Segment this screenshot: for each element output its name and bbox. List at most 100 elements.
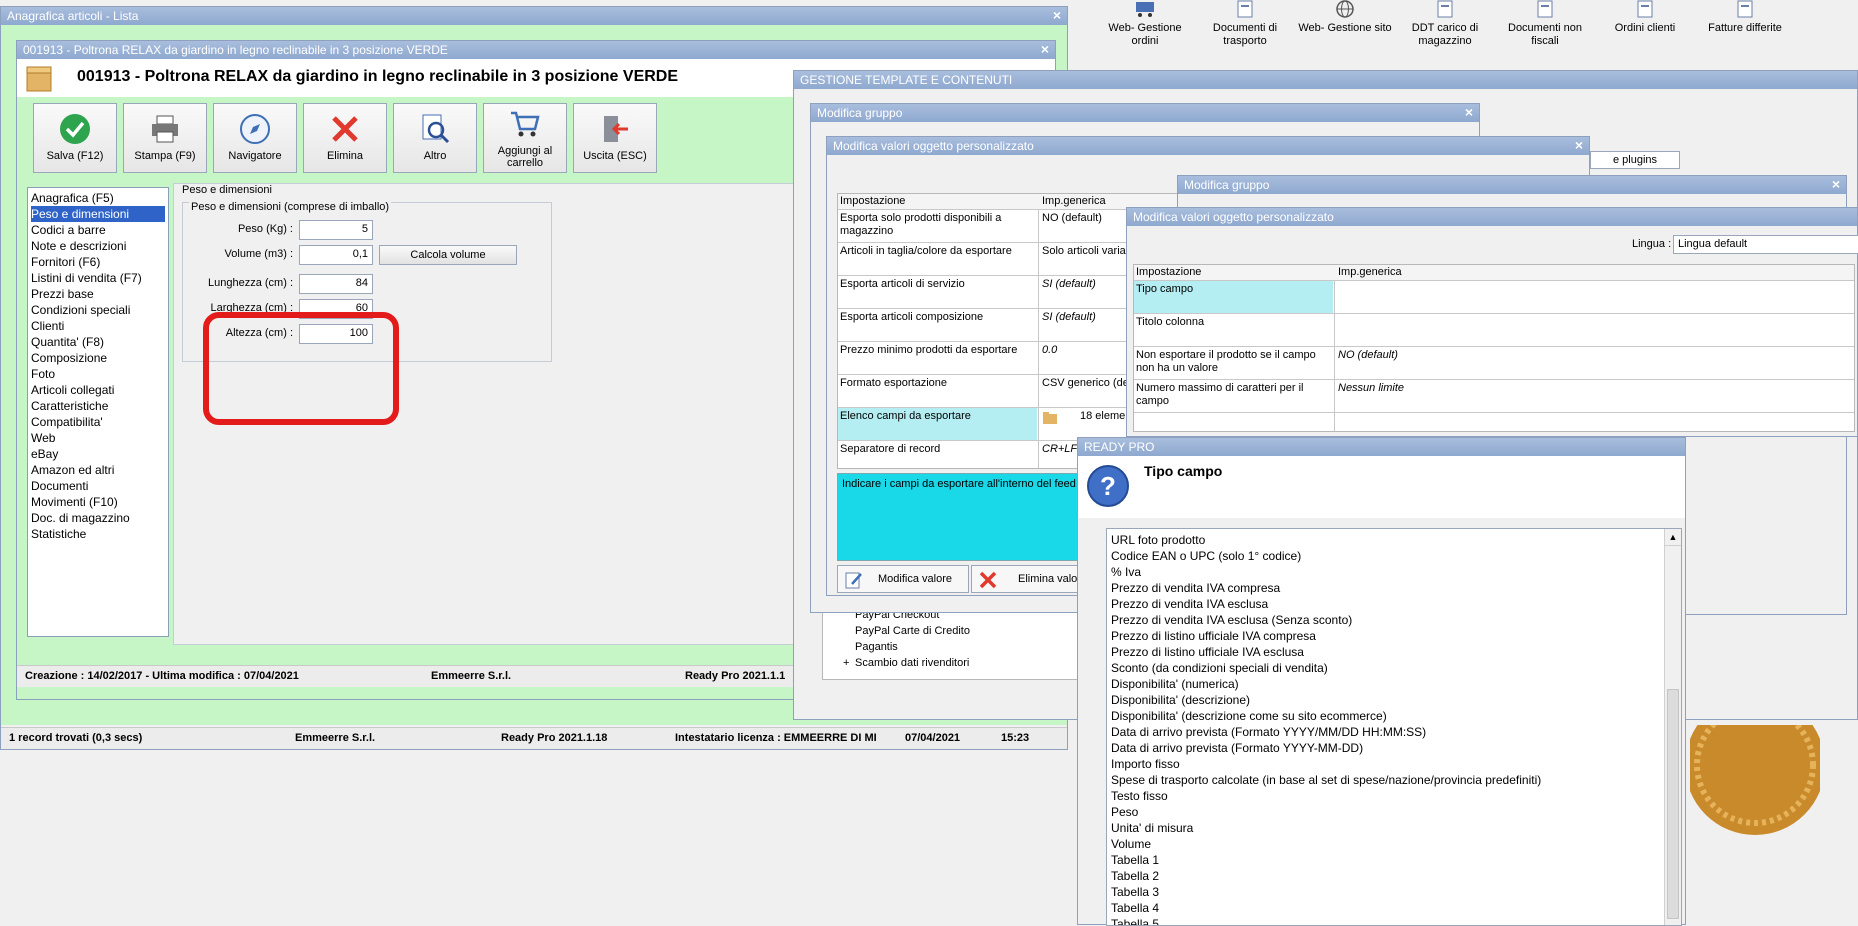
delete-button[interactable]: Elimina xyxy=(303,103,387,173)
list-window-titlebar[interactable]: Anagrafica articoli - Lista × xyxy=(1,7,1067,25)
list-item[interactable]: Testo fisso xyxy=(1107,788,1681,804)
ribbon-item-documenti-trasporto[interactable]: Documenti di trasporto xyxy=(1195,0,1295,48)
list-item[interactable]: URL foto prodotto xyxy=(1107,532,1681,548)
table-row[interactable]: Non esportare il prodotto se il campo no… xyxy=(1134,347,1854,380)
ribbon-item-web-gestione-sito[interactable]: Web- Gestione sito xyxy=(1295,0,1395,35)
group-window-titlebar[interactable]: Modifica gruppo × xyxy=(811,104,1479,122)
custom-window-titlebar[interactable]: Modifica valori oggetto personalizzato × xyxy=(827,137,1589,155)
nav-item[interactable]: Clienti xyxy=(31,318,165,334)
list-item[interactable]: % Iva xyxy=(1107,564,1681,580)
list-item[interactable]: Tabella 2 xyxy=(1107,868,1681,884)
list-item[interactable]: Codice EAN o UPC (solo 1° codice) xyxy=(1107,548,1681,564)
list-item[interactable]: Data di arrivo prevista (Formato YYYY-MM… xyxy=(1107,740,1681,756)
list-item[interactable]: Tabella 1 xyxy=(1107,852,1681,868)
list-item[interactable]: Tabella 4 xyxy=(1107,900,1681,916)
nav-item[interactable]: Prezzi base xyxy=(31,286,165,302)
template-tab[interactable]: e plugins xyxy=(1590,151,1680,169)
dialog-header: ? Tipo campo xyxy=(1078,456,1685,518)
nav-item[interactable]: Amazon ed altri xyxy=(31,462,165,478)
ribbon-label: DDT carico di magazzino xyxy=(1411,22,1479,47)
nav-item[interactable]: Foto xyxy=(31,366,165,382)
exit-button[interactable]: Uscita (ESC) xyxy=(573,103,657,173)
template-window-titlebar[interactable]: GESTIONE TEMPLATE E CONTENUTI xyxy=(794,71,1857,89)
list-item[interactable]: Importo fisso xyxy=(1107,756,1681,772)
close-icon[interactable]: × xyxy=(1053,7,1061,23)
nav-item[interactable]: Documenti xyxy=(31,478,165,494)
window-title: GESTIONE TEMPLATE E CONTENUTI xyxy=(800,73,1013,87)
ribbon-item-fatture-differite[interactable]: Fatture differite xyxy=(1695,0,1795,35)
group-window-titlebar[interactable]: Modifica gruppo × xyxy=(1178,176,1846,194)
modify-value-button[interactable]: Modifica valore xyxy=(837,565,969,593)
group-title: Peso e dimensioni xyxy=(182,184,272,196)
lunghezza-input[interactable]: 84 xyxy=(299,274,373,294)
list-scrollbar[interactable]: ▲ xyxy=(1664,529,1681,925)
list-item[interactable]: Prezzo di vendita IVA esclusa (Senza sco… xyxy=(1107,612,1681,628)
tree-item[interactable]: Pagantis xyxy=(855,641,898,653)
calcola-volume-button[interactable]: Calcola volume xyxy=(379,245,517,265)
list-item[interactable]: Peso xyxy=(1107,804,1681,820)
delete-icon xyxy=(979,571,997,589)
list-item[interactable]: Unita' di misura xyxy=(1107,820,1681,836)
list-item[interactable]: Disponibilita' (descrizione) xyxy=(1107,692,1681,708)
volume-input[interactable]: 0,1 xyxy=(299,245,373,265)
custom-window-titlebar[interactable]: Modifica valori oggetto personalizzato xyxy=(1127,208,1857,226)
nav-item[interactable]: Note e descrizioni xyxy=(31,238,165,254)
nav-item[interactable]: Caratteristiche xyxy=(31,398,165,414)
close-icon[interactable]: × xyxy=(1832,176,1840,192)
list-item[interactable]: Volume xyxy=(1107,836,1681,852)
nav-item[interactable]: Articoli collegati xyxy=(31,382,165,398)
table-row[interactable]: Numero massimo di caratteri per il campo… xyxy=(1134,380,1854,413)
nav-item[interactable]: Condizioni speciali xyxy=(31,302,165,318)
delete-value-button[interactable]: Elimina valor xyxy=(971,565,1091,593)
close-icon[interactable]: × xyxy=(1575,137,1583,153)
other-button[interactable]: Altro xyxy=(393,103,477,173)
nav-item[interactable]: Quantita' (F8) xyxy=(31,334,165,350)
ribbon-item-ddt-carico[interactable]: DDT carico di magazzino xyxy=(1395,0,1495,48)
nav-item[interactable]: Anagrafica (F5) xyxy=(31,190,165,206)
list-item[interactable]: Tabella 3 xyxy=(1107,884,1681,900)
nav-item[interactable]: Compatibilita' xyxy=(31,414,165,430)
peso-input[interactable]: 5 xyxy=(299,220,373,240)
list-item[interactable]: Spese di trasporto calcolate (in base al… xyxy=(1107,772,1681,788)
nav-item[interactable]: Peso e dimensioni xyxy=(31,206,165,222)
close-icon[interactable]: × xyxy=(1041,41,1049,57)
ribbon-item-ordini-clienti[interactable]: Ordini clienti xyxy=(1595,0,1695,35)
window-title: READY PRO xyxy=(1084,440,1155,454)
table-row[interactable]: Tipo campo xyxy=(1134,281,1854,314)
nav-item[interactable]: Fornitori (F6) xyxy=(31,254,165,270)
nav-item[interactable]: Doc. di magazzino xyxy=(31,510,165,526)
list-item[interactable]: Disponibilita' (descrizione come su sito… xyxy=(1107,708,1681,724)
ribbon-item-documenti-non-fiscali[interactable]: Documenti non fiscali xyxy=(1495,0,1595,48)
list-item[interactable]: Prezzo di listino ufficiale IVA compresa xyxy=(1107,628,1681,644)
list-item[interactable]: Prezzo di vendita IVA esclusa xyxy=(1107,596,1681,612)
table-row[interactable]: Titolo colonna xyxy=(1134,314,1854,347)
article-window-titlebar[interactable]: 001913 - Poltrona RELAX da giardino in l… xyxy=(17,41,1055,59)
nav-item[interactable]: Composizione xyxy=(31,350,165,366)
section-nav: Anagrafica (F5) Peso e dimensioni Codici a… xyxy=(27,187,169,637)
scroll-up-icon[interactable]: ▲ xyxy=(1665,529,1681,546)
nav-item[interactable]: Listini di vendita (F7) xyxy=(31,270,165,286)
nav-item[interactable]: Statistiche xyxy=(31,526,165,542)
tree-item[interactable]: PayPal Carte di Credito xyxy=(855,625,970,637)
dialog-titlebar[interactable]: READY PRO xyxy=(1078,438,1685,456)
close-icon[interactable]: × xyxy=(1465,104,1473,120)
list-item[interactable]: Prezzo di vendita IVA compresa xyxy=(1107,580,1681,596)
list-item[interactable]: Sconto (da condizioni speciali di vendit… xyxy=(1107,660,1681,676)
list-item[interactable]: Disponibilita' (numerica) xyxy=(1107,676,1681,692)
save-button[interactable]: Salva (F12) xyxy=(33,103,117,173)
list-item[interactable]: Prezzo di listino ufficiale IVA esclusa xyxy=(1107,644,1681,660)
expand-icon[interactable]: + xyxy=(843,657,849,669)
print-button[interactable]: Stampa (F9) xyxy=(123,103,207,173)
nav-item[interactable]: Codici a barre xyxy=(31,222,165,238)
nav-item[interactable]: Movimenti (F10) xyxy=(31,494,165,510)
nav-item[interactable]: eBay xyxy=(31,446,165,462)
language-select[interactable]: Lingua default xyxy=(1673,235,1858,254)
nav-item[interactable]: Web xyxy=(31,430,165,446)
cart-icon xyxy=(1136,2,1154,17)
tree-item[interactable]: Scambio dati rivenditori xyxy=(855,657,969,669)
add-to-cart-button[interactable]: Aggiungi al carrello xyxy=(483,103,567,173)
list-item[interactable]: Data di arrivo prevista (Formato YYYY/MM… xyxy=(1107,724,1681,740)
navigator-button[interactable]: Navigatore xyxy=(213,103,297,173)
scroll-thumb[interactable] xyxy=(1667,689,1679,919)
ribbon-item-web-gestione-ordini[interactable]: Web- Gestione ordini xyxy=(1095,0,1195,48)
